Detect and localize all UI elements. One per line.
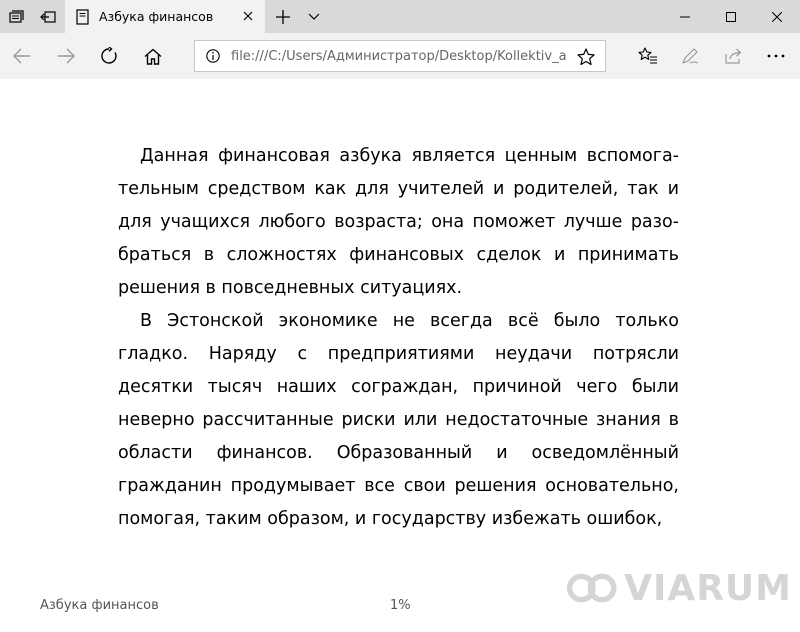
forward-arrow-icon[interactable] bbox=[50, 40, 82, 72]
paragraph: Данная финансовая азбука является ценным… bbox=[118, 146, 679, 298]
share-icon[interactable] bbox=[717, 40, 749, 72]
maximize-icon[interactable] bbox=[708, 0, 754, 33]
watermark-symbol-icon bbox=[566, 573, 617, 603]
paragraph: В Эстонской экономике не всегда всё было… bbox=[118, 311, 679, 529]
star-icon[interactable] bbox=[575, 46, 597, 68]
reading-progress: 1% bbox=[390, 598, 411, 613]
navigation-bar: file:///C:/Users/Администратор/Desktop/K… bbox=[0, 33, 800, 79]
plus-icon[interactable] bbox=[268, 0, 298, 33]
back-arrow-icon[interactable] bbox=[6, 40, 38, 72]
address-bar[interactable]: file:///C:/Users/Администратор/Desktop/K… bbox=[194, 40, 606, 72]
restore-tabs-icon[interactable] bbox=[32, 0, 64, 33]
active-tab[interactable]: Азбука финансов bbox=[65, 0, 265, 33]
page-icon bbox=[75, 8, 89, 25]
favorites-hub-icon[interactable] bbox=[632, 40, 664, 72]
chevron-down-icon[interactable] bbox=[300, 0, 328, 33]
tab-title: Азбука финансов bbox=[99, 9, 214, 24]
tabs-aside-icon[interactable] bbox=[0, 0, 32, 33]
refresh-icon[interactable] bbox=[93, 40, 125, 72]
title-bar: Азбука финансов bbox=[0, 0, 800, 33]
pen-icon[interactable] bbox=[674, 40, 706, 72]
home-icon[interactable] bbox=[137, 40, 169, 72]
url-text[interactable]: file:///C:/Users/Администратор/Desktop/K… bbox=[231, 49, 566, 64]
watermark-text: VIARUM bbox=[624, 567, 792, 609]
window-close-icon[interactable] bbox=[754, 0, 800, 33]
info-icon[interactable] bbox=[205, 48, 221, 64]
reading-view: Данная финансовая азбука является ценным… bbox=[118, 140, 679, 536]
watermark-logo: VIARUM bbox=[566, 566, 792, 610]
more-icon[interactable] bbox=[760, 40, 792, 72]
minimize-icon[interactable] bbox=[662, 0, 708, 33]
close-icon[interactable] bbox=[241, 9, 255, 23]
footer-book-title: Азбука финансов bbox=[40, 598, 159, 613]
